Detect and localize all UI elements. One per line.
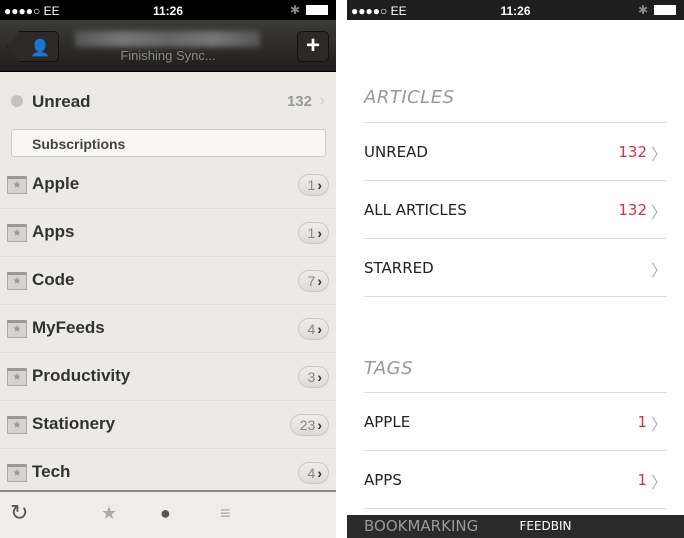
feed-count: 23 [299,417,316,433]
bluetooth-icon: ✱ [289,3,300,17]
tag-bookmarking[interactable]: BOOKMARKING [364,517,478,535]
folder-star-icon: ★ [7,464,27,482]
row-count: 132 [618,201,647,219]
row-label: UNREAD [364,143,428,161]
unread-count: 132 [286,93,312,110]
feed-count: 1 [307,225,316,241]
clock: 11:26 [152,4,184,18]
count-badge: 7 › [297,270,329,292]
row-label: APPLE [364,413,411,431]
feedbin-panel: ●●●●○ EE 11:26 ✱ ARTICLES UNREAD 132 〉 ALL … [347,0,684,538]
folder-star-icon: ★ [7,272,27,290]
feed-row[interactable]: ★ Stationery 23 › [0,401,336,449]
refresh-icon[interactable]: ↻ [10,500,28,526]
status-bar: ●●●●○ EE 11:26 ✱ [0,0,336,20]
person-icon: 👤 [30,40,50,57]
feed-row[interactable]: ★ Apps 1 › [0,209,336,257]
folder-star-icon: ★ [7,224,27,242]
chevron-right-icon: 〉 [650,417,667,434]
feed-label: Code [32,270,75,289]
bluetooth-icon: ✱ [637,3,648,17]
chevron-right-icon: › [319,92,325,109]
blurred-account-name [75,31,260,47]
unread-row[interactable]: Unread 132 › [0,80,336,124]
account-button[interactable]: 👤 [7,31,59,62]
unread-filter-icon[interactable]: ● [160,503,171,524]
feed-row[interactable]: ★ MyFeeds 4 › [0,305,336,353]
chevron-right-icon: › [317,225,322,241]
feed-label: Tech [32,462,71,481]
clock: 11:26 [500,4,531,18]
count-badge: 3 › [297,366,329,388]
articles-header: ARTICLES [364,87,455,108]
list-icon[interactable]: ≡ [220,503,231,524]
feed-row[interactable]: ★ Productivity 3 › [0,353,336,401]
chevron-right-icon: › [317,465,322,481]
row-apple[interactable]: APPLE 1 〉 [364,393,667,451]
feed-count: 4 [307,465,316,481]
feed-row[interactable]: ★ Apple 1 › [0,161,336,209]
feed-label: MyFeeds [32,318,105,337]
unread-dot-icon [11,95,23,107]
row-starred[interactable]: STARRED 〉 [364,239,667,297]
feed-count: 4 [307,321,316,337]
chevron-right-icon: › [317,321,322,337]
chevron-right-icon: › [317,417,322,433]
chevron-right-icon: 〉 [650,147,667,164]
status-bar: ●●●●○ EE 11:26 ✱ [347,0,684,20]
star-icon[interactable]: ★ [101,503,117,524]
battery-icon [306,5,328,15]
chevron-right-icon: 〉 [650,263,667,280]
chevron-right-icon: 〉 [650,205,667,222]
row-count: 132 [618,143,647,161]
feed-count: 7 [307,273,316,289]
row-count: 1 [637,413,647,431]
feed-label: Apps [32,222,75,241]
row-all-articles[interactable]: ALL ARTICLES 132 〉 [364,181,667,239]
count-badge: 4 › [297,462,329,484]
folder-star-icon: ★ [7,176,27,194]
row-unread[interactable]: UNREAD 132 〉 [364,123,667,181]
add-button[interactable]: + [297,31,329,62]
reeder-panel: ●●●●○ EE 11:26 ✱ 👤 Finishing Sync... + U… [0,0,336,538]
feed-label: Productivity [32,366,131,385]
count-badge: 23 › [289,414,329,436]
folder-star-icon: ★ [7,368,27,386]
unread-label: Unread [32,92,91,111]
chevron-right-icon: › [317,273,322,289]
feedbin-footer-label: FEEDBIN [519,519,572,533]
count-badge: 1 › [297,222,329,244]
chevron-right-icon: 〉 [650,475,667,492]
feed-count: 1 [307,177,316,193]
folder-star-icon: ★ [7,416,27,434]
subscriptions-header: Subscriptions [11,129,326,157]
row-label: ALL ARTICLES [364,201,467,219]
row-label: STARRED [364,259,434,277]
feed-count: 3 [307,369,316,385]
chevron-right-icon: › [317,369,322,385]
sync-status: Finishing Sync... [120,48,216,63]
row-count: 1 [637,471,647,489]
bottom-toolbar: ↻ ★ ● ≡ [0,490,336,538]
feed-row[interactable]: ★ Code 7 › [0,257,336,305]
row-apps[interactable]: APPS 1 〉 [364,451,667,509]
row-label: APPS [364,471,402,489]
battery-icon [654,5,676,15]
count-badge: 4 › [297,318,329,340]
count-badge: 1 › [297,174,329,196]
feed-label: Stationery [32,414,116,433]
chevron-right-icon: › [317,177,322,193]
folder-star-icon: ★ [7,320,27,338]
nav-bar: 👤 Finishing Sync... + [0,20,336,72]
feed-label: Apple [32,174,80,193]
tags-header: TAGS [364,358,414,379]
